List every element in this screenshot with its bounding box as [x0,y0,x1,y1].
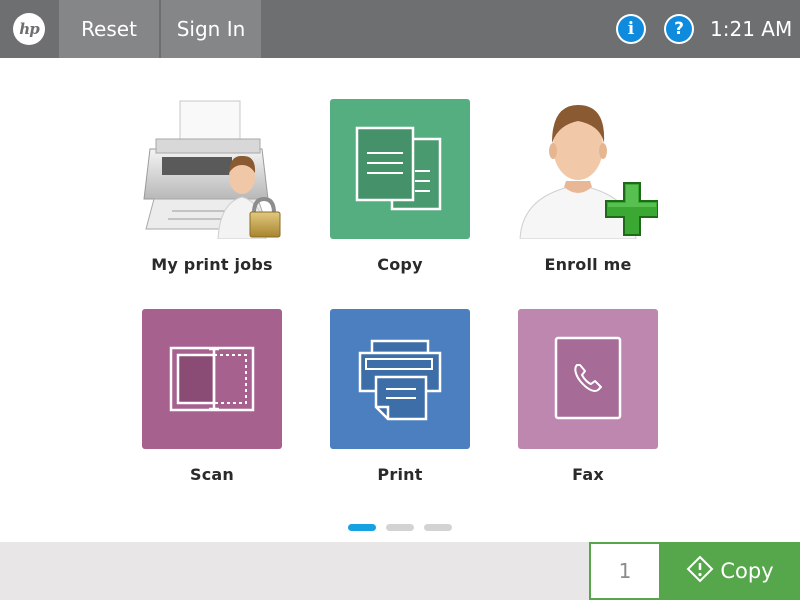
hp-logo[interactable]: hp [0,0,58,58]
printer-icon [330,309,470,449]
info-glyph: i [618,16,644,42]
fax-phone-icon [518,309,658,449]
copy-documents-icon [330,99,470,239]
tile-label: Scan [190,465,234,484]
page-indicator [348,524,458,532]
tile-label: My print jobs [151,255,273,274]
reset-button[interactable]: Reset [59,0,159,58]
help-icon[interactable]: ? [664,14,694,44]
user-add-icon [518,99,658,239]
tile-print[interactable]: Print [330,309,470,484]
info-icon[interactable]: i [616,14,646,44]
page-dot-2[interactable] [386,524,414,531]
page-dot-3[interactable] [424,524,452,531]
start-diamond-icon [686,555,714,588]
clock: 1:21 AM [710,17,793,41]
scan-icon [142,309,282,449]
page-dot-1[interactable] [348,524,376,531]
copy-button-label: Copy [720,559,774,583]
sign-in-button[interactable]: Sign In [161,0,261,58]
tile-label: Print [377,465,423,484]
tile-label: Enroll me [544,255,632,274]
tile-copy[interactable]: Copy [330,99,470,274]
copies-count-field[interactable]: 1 [589,542,661,600]
top-bar: hp Reset Sign In i ? 1:21 AM [0,0,800,58]
tile-label: Fax [572,465,604,484]
printer-lock-user-icon [142,99,282,239]
tile-enroll-me[interactable]: Enroll me [518,99,658,274]
help-glyph: ? [666,16,692,42]
copy-start-button[interactable]: Copy [660,542,800,600]
hp-logo-icon: hp [13,13,45,45]
tile-my-print-jobs[interactable]: My print jobs [142,99,282,274]
tile-scan[interactable]: Scan [142,309,282,484]
tile-label: Copy [377,255,423,274]
hp-logo-text: hp [19,20,39,38]
tile-fax[interactable]: Fax [518,309,658,484]
